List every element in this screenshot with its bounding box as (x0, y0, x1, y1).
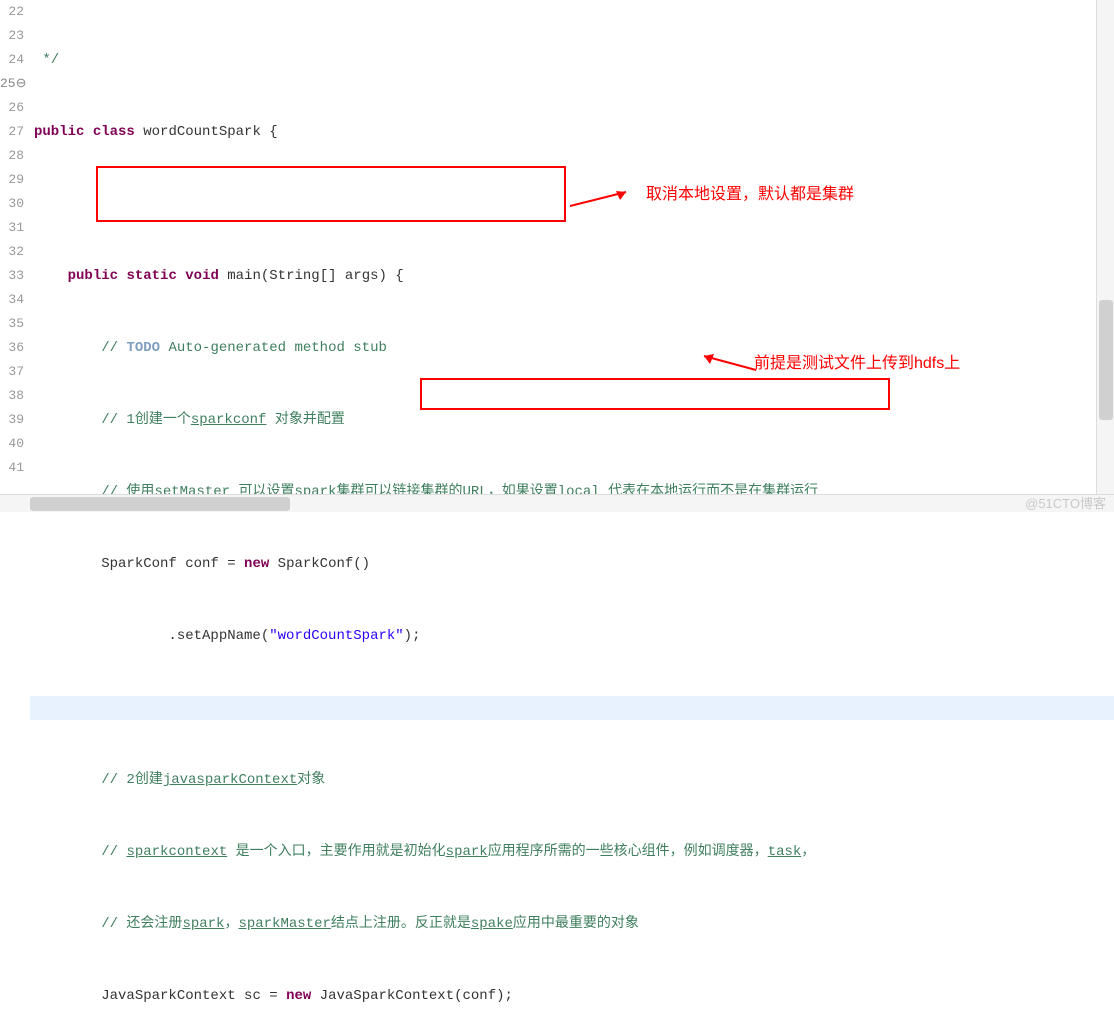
code-line: // TODO Auto-generated method stub (30, 336, 1114, 360)
line-number: 40 (0, 432, 24, 456)
code-line: JavaSparkContext sc = new JavaSparkConte… (30, 984, 1114, 1008)
line-number: 27 (0, 120, 24, 144)
line-number: 25⊖ (0, 72, 24, 96)
code-line (30, 192, 1114, 216)
watermark: @51CTO博客 (1025, 493, 1106, 512)
scrollbar-thumb[interactable] (1099, 300, 1113, 420)
code-area[interactable]: */ public class wordCountSpark { public … (30, 0, 1114, 494)
line-number: 31 (0, 216, 24, 240)
line-number: 41 (0, 456, 24, 480)
line-number: 35 (0, 312, 24, 336)
line-number: 22 (0, 0, 24, 24)
line-number: 34 (0, 288, 24, 312)
line-number: 29 (0, 168, 24, 192)
code-line: // sparkcontext 是一个入口，主要作用就是初始化spark应用程序… (30, 840, 1114, 864)
line-number: 23 (0, 24, 24, 48)
code-line: // 1创建一个sparkconf 对象并配置 (30, 408, 1114, 432)
horizontal-scrollbar[interactable] (0, 494, 1114, 512)
line-gutter: 22 23 24 25⊖ 26 27 28 29 30 31 32 33 34 … (0, 0, 30, 494)
code-editor[interactable]: 22 23 24 25⊖ 26 27 28 29 30 31 32 33 34 … (0, 0, 1114, 494)
line-number: 28 (0, 144, 24, 168)
code-line: */ (30, 48, 1114, 72)
line-number: 24 (0, 48, 24, 72)
code-line: // 还会注册spark，sparkMaster结点上注册。反正就是spake应… (30, 912, 1114, 936)
line-number: 38 (0, 384, 24, 408)
annotation-box-2 (420, 378, 890, 410)
code-line: SparkConf conf = new SparkConf() (30, 552, 1114, 576)
line-number: 30 (0, 192, 24, 216)
code-line: public class wordCountSpark { (30, 120, 1114, 144)
code-line: .setAppName("wordCountSpark"); (30, 624, 1114, 648)
code-line-active (30, 696, 1114, 720)
code-line: public static void main(String[] args) { (30, 264, 1114, 288)
line-number: 39 (0, 408, 24, 432)
line-number: 33 (0, 264, 24, 288)
code-line: // 2创建javasparkContext对象 (30, 768, 1114, 792)
scrollbar-thumb[interactable] (30, 497, 290, 511)
line-number: 32 (0, 240, 24, 264)
line-number: 37 (0, 360, 24, 384)
line-number: 26 (0, 96, 24, 120)
line-number: 36 (0, 336, 24, 360)
vertical-scrollbar[interactable] (1096, 0, 1114, 494)
